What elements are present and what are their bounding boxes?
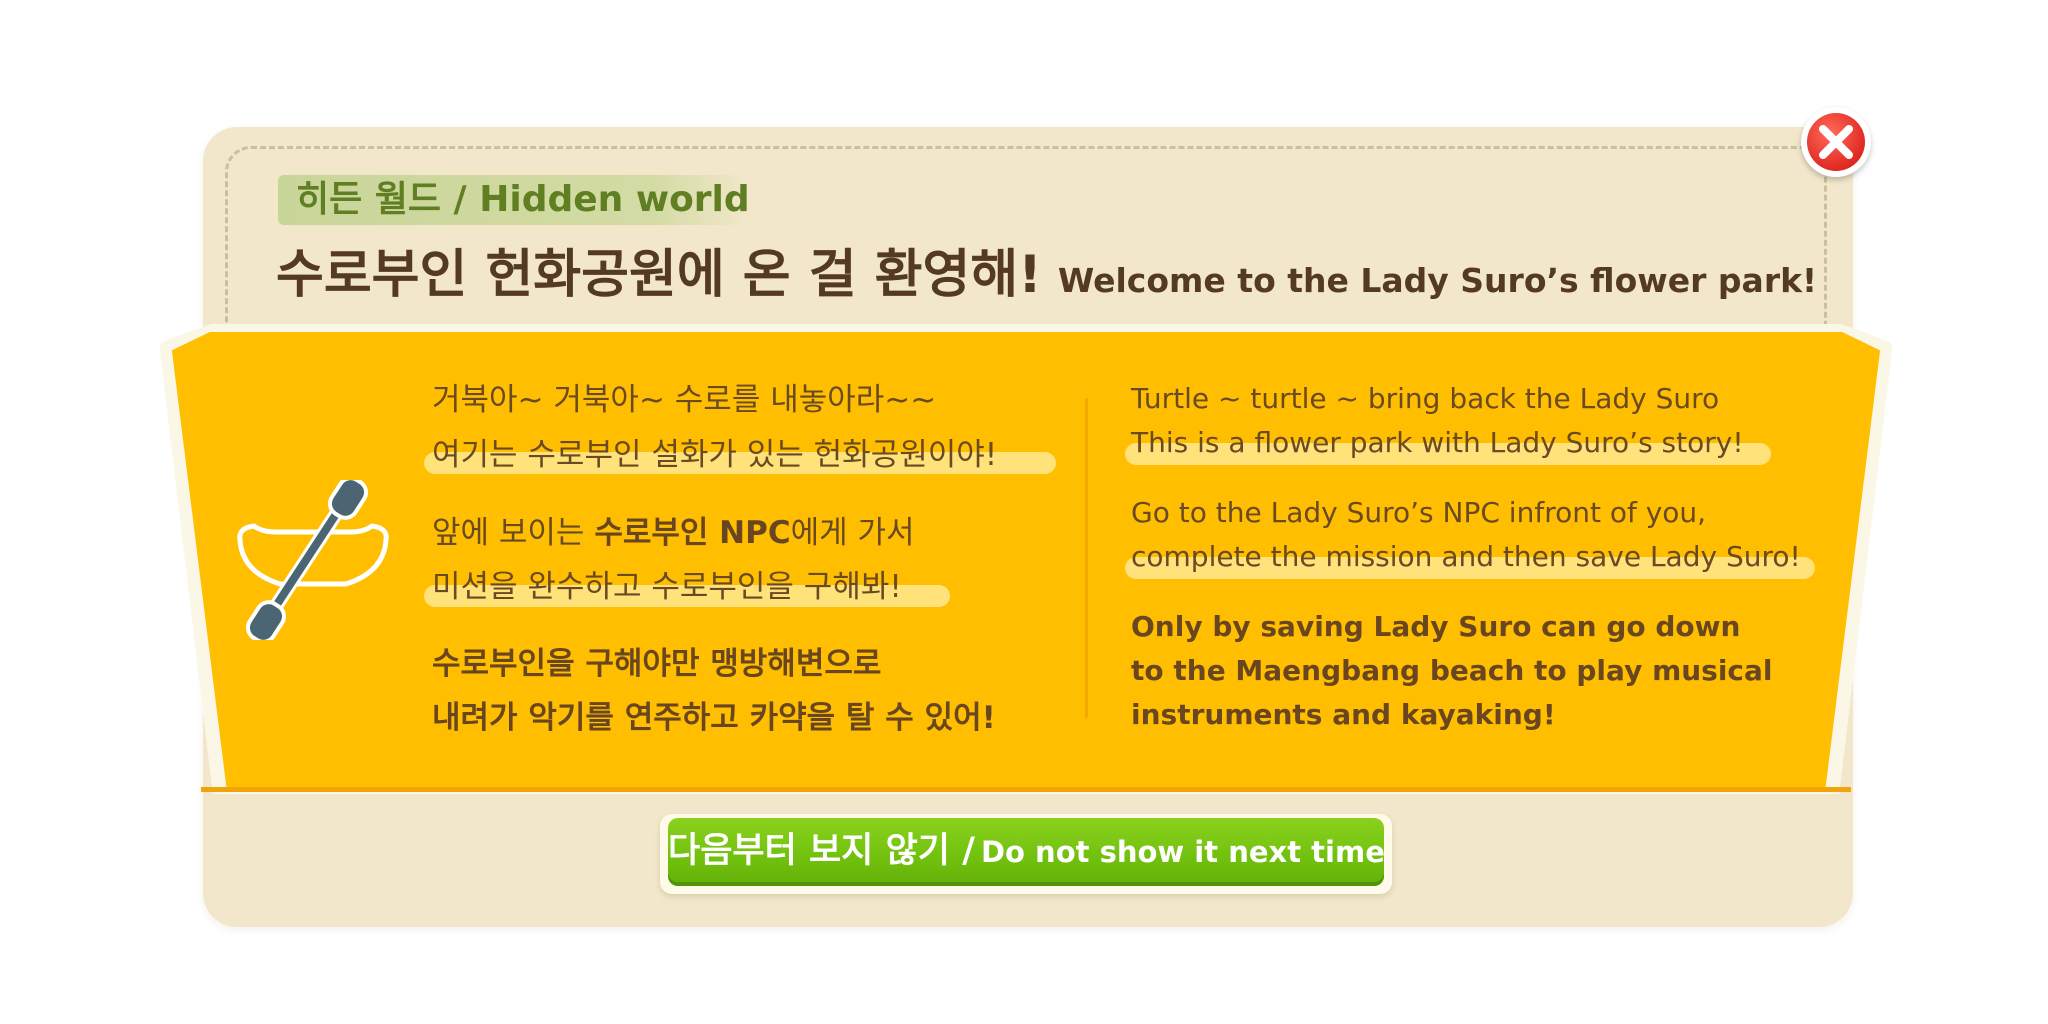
en-line-5: Only by saving Lady Suro can go down bbox=[1131, 610, 1741, 643]
title-korean: 수로부인 헌화공원에 온 걸 환영해! bbox=[276, 245, 1042, 305]
en-line-4: complete the mission and then save Lady … bbox=[1131, 540, 1801, 573]
ko-line-6: 내려가 악기를 연주하고 카약을 탈 수 있어! bbox=[432, 700, 996, 736]
en-line-1: Turtle ~ turtle ~ bring back the Lady Su… bbox=[1131, 382, 1720, 415]
ko-npc-emphasis: 수로부인 NPC bbox=[594, 515, 791, 551]
do-not-show-again-button[interactable]: 다음부터 보지 않기 / Do not show it next time bbox=[668, 818, 1385, 886]
ko-line-5: 수로부인을 구해야만 맹방해변으로 bbox=[432, 646, 882, 682]
page-title: 수로부인 헌화공원에 온 걸 환영해! Welcome to the Lady S… bbox=[276, 232, 1817, 312]
title-english: Welcome to the Lady Suro’s flower park! bbox=[1057, 261, 1818, 300]
ko-line-1: 거북아~ 거북아~ 수로를 내놓아라~~ bbox=[432, 382, 937, 418]
ko-line-3-suffix: 에게 가서 bbox=[790, 515, 915, 551]
popup-stage: 히든 월드 / Hidden world 수로부인 헌화공원에 온 걸 환영해!… bbox=[0, 0, 2048, 1024]
en-line-7: instruments and kayaking! bbox=[1131, 698, 1556, 731]
kayak-paddle-icon bbox=[237, 480, 389, 640]
hidden-world-label: 히든 월드 / Hidden world bbox=[296, 179, 750, 220]
ko-line-3-prefix: 앞에 보이는 bbox=[432, 515, 595, 551]
button-label-korean: 다음부터 보지 않기 / bbox=[668, 831, 975, 871]
en-line-6: to the Maengbang beach to play musical bbox=[1131, 654, 1773, 687]
ko-line-3: 앞에 보이는 수로부인 NPC에게 가서 bbox=[432, 512, 915, 554]
en-line-3: Go to the Lady Suro’s NPC infront of you… bbox=[1131, 496, 1707, 529]
en-line-2: This is a flower park with Lady Suro’s s… bbox=[1131, 426, 1744, 459]
column-divider bbox=[1085, 398, 1088, 718]
ko-line-4: 미션을 완수하고 수로부인을 구해봐! bbox=[432, 569, 902, 605]
ko-line-2: 여기는 수로부인 설화가 있는 헌화공원이야! bbox=[432, 437, 998, 473]
close-button[interactable] bbox=[1801, 107, 1871, 177]
close-icon bbox=[1819, 125, 1853, 159]
button-label-english: Do not show it next time bbox=[980, 835, 1385, 869]
card-bottom-edge bbox=[201, 787, 1851, 792]
